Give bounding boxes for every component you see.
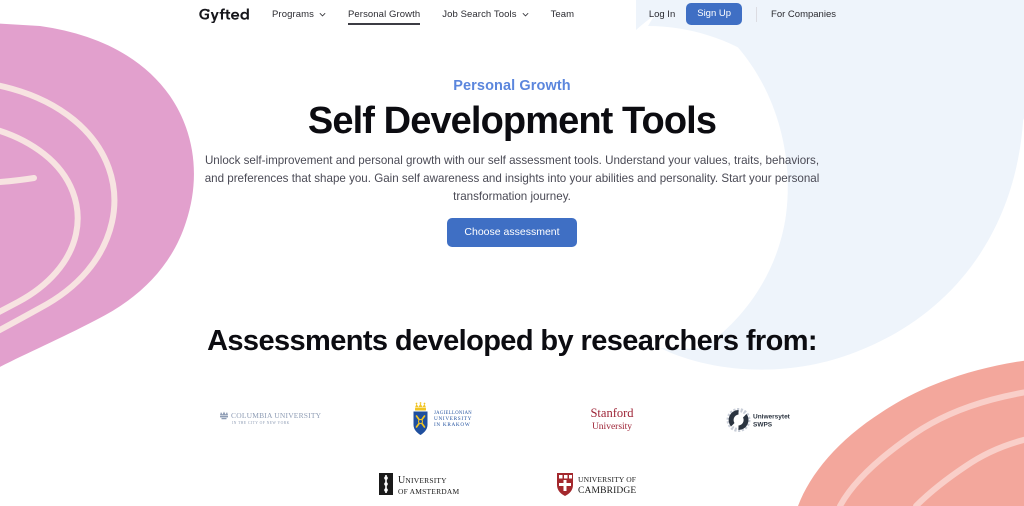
login-link[interactable]: Log In — [649, 9, 675, 20]
svg-text:University: University — [592, 422, 632, 432]
jagiellonian-university-logo-icon: JAGIELLONIAN UNIVERSITY IN KRAKOW — [413, 402, 472, 435]
svg-text:JAGIELLONIAN: JAGIELLONIAN — [434, 411, 472, 416]
gyfted-wordmark-icon — [199, 8, 249, 23]
university-of-cambridge-logo-icon: UNIVERSITY OF CAMBRIDGE — [557, 473, 636, 496]
signup-button[interactable]: Sign Up — [686, 3, 743, 25]
top-navigation-bar: Programs Personal Growth Job Search Tool… — [0, 0, 1024, 28]
nav-item-label: Personal Growth — [347, 8, 421, 20]
svg-text:Stanford: Stanford — [590, 406, 634, 420]
nav-divider — [756, 6, 758, 22]
choose-assessment-button[interactable]: Choose assessment — [447, 218, 577, 247]
nav-item-programs[interactable]: Programs — [272, 0, 326, 28]
hero-cta-container: Choose assessment — [0, 218, 1024, 247]
hero-eyebrow: Personal Growth — [453, 78, 571, 94]
researcher-logos-row-2: UNIVERSITY OF AMSTERDAM UNIVERSITY OF CA… — [0, 462, 1024, 506]
svg-text:CAMBRIDGE: CAMBRIDGE — [578, 486, 636, 496]
logo-university-of-amsterdam: UNIVERSITY OF AMSTERDAM — [376, 462, 476, 506]
main-nav-links: Programs Personal Growth Job Search Tool… — [272, 0, 574, 28]
uniwersytet-swps-logo-icon: Uniwersytet SWPS — [726, 408, 791, 432]
brand-logo[interactable] — [197, 4, 259, 24]
nav-item-job-search-tools[interactable]: Job Search Tools — [442, 0, 528, 28]
svg-text:Uniwersytet: Uniwersytet — [753, 414, 791, 421]
university-of-amsterdam-logo-icon: UNIVERSITY OF AMSTERDAM — [379, 473, 460, 496]
nav-item-label: Job Search Tools — [442, 8, 517, 20]
logo-uniwersytet-swps: Uniwersytet SWPS — [725, 398, 807, 442]
svg-text:COLUMBIA UNIVERSITY: COLUMBIA UNIVERSITY — [231, 411, 322, 420]
nav-item-team[interactable]: Team — [551, 0, 575, 28]
svg-text:UNIVERSITY: UNIVERSITY — [398, 475, 447, 486]
svg-text:UNIVERSITY OF: UNIVERSITY OF — [578, 475, 636, 484]
chevron-down-icon — [319, 11, 326, 18]
nav-actions: Log In Sign Up For Companies — [649, 0, 836, 28]
chevron-down-icon — [522, 11, 529, 18]
nav-item-personal-growth[interactable]: Personal Growth — [347, 0, 421, 28]
logo-columbia-university: COLUMBIA UNIVERSITY IN THE CITY OF NEW Y… — [217, 398, 323, 442]
nav-item-label: Team — [550, 8, 575, 20]
hero-description: Unlock self-improvement and personal gro… — [204, 154, 820, 203]
svg-text:UNIVERSITY: UNIVERSITY — [434, 416, 472, 422]
svg-text:IN THE CITY OF NEW YORK: IN THE CITY OF NEW YORK — [232, 421, 290, 425]
nav-item-label: Programs — [272, 8, 314, 20]
researcher-logos-row-1: COLUMBIA UNIVERSITY IN THE CITY OF NEW Y… — [0, 398, 1024, 442]
logo-jagiellonian-university: JAGIELLONIAN UNIVERSITY IN KRAKOW — [405, 398, 499, 442]
logo-university-of-cambridge: UNIVERSITY OF CAMBRIDGE — [554, 462, 648, 506]
for-companies-link[interactable]: For Companies — [771, 9, 836, 20]
svg-text:OF AMSTERDAM: OF AMSTERDAM — [398, 487, 460, 496]
page-title: Self Development Tools — [307, 100, 717, 142]
svg-text:IN KRAKOW: IN KRAKOW — [434, 422, 470, 428]
landing-page: Programs Personal Growth Job Search Tool… — [0, 0, 1024, 506]
svg-text:SWPS: SWPS — [753, 422, 773, 429]
logo-stanford-university: Stanford University — [581, 398, 643, 442]
stanford-university-logo-icon: Stanford University — [590, 406, 634, 432]
columbia-university-logo-icon: COLUMBIA UNIVERSITY IN THE CITY OF NEW Y… — [220, 411, 322, 425]
researchers-heading: Assessments developed by researchers fro… — [207, 325, 817, 357]
